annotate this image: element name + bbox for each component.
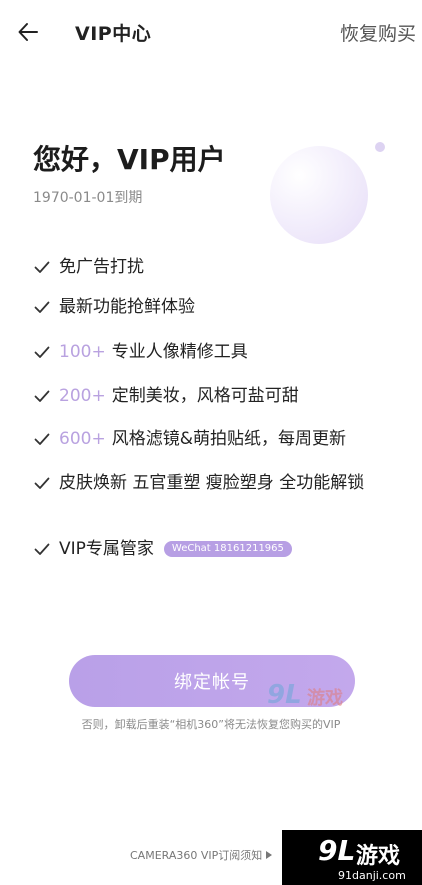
watermark-corner-number: 9L — [318, 834, 356, 867]
restore-purchase-link[interactable]: 恢复购买 — [340, 19, 416, 46]
check-icon — [34, 543, 50, 555]
arrow-left-icon — [18, 23, 38, 41]
watermark-corner-logo: 9L 游戏 91danji.com — [282, 830, 422, 885]
feature-text: VIP专属管家 — [59, 539, 154, 559]
feature-text: 最新功能抢鲜体验 — [59, 297, 195, 317]
feature-label: 风格滤镜&萌拍贴纸，每周更新 — [111, 429, 346, 449]
watermark-logo: 9L 游戏 — [265, 680, 365, 720]
feature-label: 定制美妆，风格可盐可甜 — [111, 386, 299, 406]
watermark-logo-text: 游戏 — [307, 688, 343, 709]
feature-item: 免广告打扰 — [33, 254, 403, 280]
top-bar: VIP中心 恢复购买 — [0, 0, 422, 64]
feature-count: 600+ — [59, 429, 106, 449]
watermark-corner-text: 游戏 — [356, 844, 401, 869]
check-icon — [34, 433, 50, 445]
feature-text: 免广告打扰 — [59, 257, 144, 277]
check-icon — [34, 261, 50, 273]
check-icon — [34, 301, 50, 313]
feature-item: VIP专属管家 WeChat 18161211965 — [33, 536, 403, 562]
feature-item: 皮肤焕新 五官重塑 瘦脸塑身 全功能解锁 — [33, 470, 403, 496]
check-icon — [34, 346, 50, 358]
decorative-circle-small — [375, 142, 385, 152]
triangle-right-icon — [266, 851, 273, 859]
feature-label: 专业人像精修工具 — [111, 342, 248, 362]
subscription-notice-link[interactable]: CAMERA360 VIP订阅须知 — [130, 847, 273, 863]
page-title: VIP中心 — [75, 23, 152, 45]
watermark-url: 91danji.com — [338, 869, 406, 882]
watermark-logo-number: 9L — [267, 680, 302, 710]
check-icon — [34, 477, 50, 489]
feature-text: 皮肤焕新 五官重塑 瘦脸塑身 全功能解锁 — [59, 473, 365, 493]
feature-text: 600+ 风格滤镜&萌拍贴纸，每周更新 — [59, 426, 346, 452]
check-icon — [34, 390, 50, 402]
feature-item: 100+ 专业人像精修工具 — [33, 339, 403, 365]
feature-count: 100+ — [59, 342, 106, 362]
feature-item: 200+ 定制美妆，风格可盐可甜 — [33, 383, 403, 409]
feature-item: 最新功能抢鲜体验 — [33, 294, 403, 320]
expire-date: 1970-01-01到期 — [33, 190, 143, 206]
subscription-notice-text: CAMERA360 VIP订阅须知 — [130, 849, 263, 862]
decorative-circle-large — [270, 146, 368, 244]
feature-text: 200+ 定制美妆，风格可盐可甜 — [59, 383, 299, 409]
feature-text: 100+ 专业人像精修工具 — [59, 339, 248, 365]
greeting-title: 您好，VIP用户 — [33, 143, 226, 176]
feature-count: 200+ — [59, 386, 106, 406]
back-button[interactable] — [12, 16, 44, 48]
feature-item: 600+ 风格滤镜&萌拍贴纸，每周更新 — [33, 426, 403, 452]
vip-center-page: VIP中心 恢复购买 您好，VIP用户 1970-01-01到期 免广告打扰 最… — [0, 0, 422, 885]
reinstall-warning: 否则，卸载后重装“相机360”将无法恢复您购买的VIP — [81, 718, 341, 731]
wechat-badge[interactable]: WeChat 18161211965 — [163, 541, 292, 557]
